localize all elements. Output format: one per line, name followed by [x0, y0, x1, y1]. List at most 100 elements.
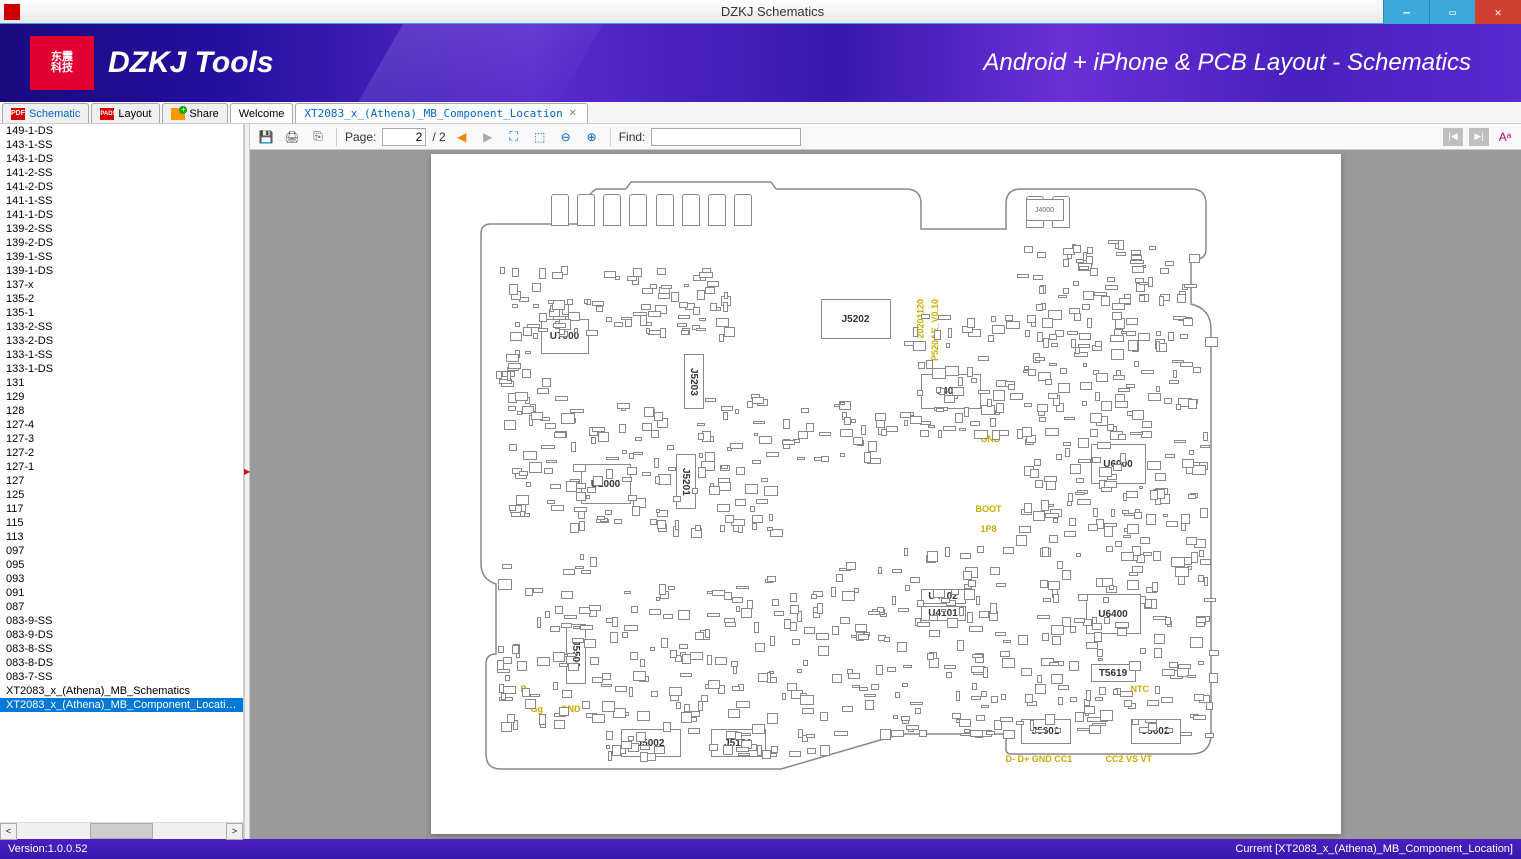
sidebar-item[interactable]: 125 — [0, 488, 243, 502]
sidebar-item[interactable]: 127-3 — [0, 432, 243, 446]
sidebar-item[interactable]: 127-1 — [0, 460, 243, 474]
sidebar-item[interactable]: 141-2-DS — [0, 180, 243, 194]
passive — [698, 467, 706, 478]
passive — [1111, 509, 1116, 517]
fit-page-icon[interactable]: ⛶ — [504, 127, 524, 147]
sidebar-item[interactable]: 141-1-SS — [0, 194, 243, 208]
sidebar-item[interactable]: 135-2 — [0, 292, 243, 306]
sidebar-item[interactable]: 129 — [0, 390, 243, 404]
fit-width-icon[interactable]: ⬚ — [530, 127, 550, 147]
sidebar-item[interactable]: 133-1-SS — [0, 348, 243, 362]
passive — [582, 701, 590, 709]
sidebar-item[interactable]: 139-1-DS — [0, 264, 243, 278]
sidebar-item[interactable]: 128 — [0, 404, 243, 418]
sidebar-item[interactable]: 097 — [0, 544, 243, 558]
sidebar-item[interactable]: 095 — [0, 558, 243, 572]
find-input[interactable] — [651, 128, 801, 146]
zoom-in-icon[interactable]: ⊕ — [582, 127, 602, 147]
next-page-icon[interactable]: ▶ — [478, 127, 498, 147]
sidebar-item[interactable]: 141-1-DS — [0, 208, 243, 222]
passive — [698, 433, 705, 440]
sidebar-item[interactable]: 133-2-SS — [0, 320, 243, 334]
passive — [1138, 333, 1150, 341]
viewport[interactable]: P520AE_V0.10 20201120 U7000U2000J5202J52… — [250, 150, 1521, 839]
sidebar-item[interactable]: 115 — [0, 516, 243, 530]
sidebar-item[interactable]: 131 — [0, 376, 243, 390]
print-icon[interactable]: 🖨 — [282, 127, 302, 147]
sidebar-item[interactable]: XT2083_x_(Athena)_MB_Schematics — [0, 684, 243, 698]
sidebar-item[interactable]: 083-8-DS — [0, 656, 243, 670]
sidebar-list[interactable]: 149-1-DS143-1-SS143-1-DS141-2-SS141-2-DS… — [0, 124, 243, 822]
sidebar-item[interactable]: 083-8-SS — [0, 642, 243, 656]
passive — [527, 324, 540, 327]
passive — [1101, 401, 1112, 412]
sidebar-item[interactable]: 139-1-SS — [0, 250, 243, 264]
sidebar-item[interactable]: XT2083_x_(Athena)_MB_Component_Location — [0, 698, 243, 712]
passive — [1162, 669, 1175, 677]
passive — [858, 634, 869, 640]
sidebar-item[interactable]: 083-9-SS — [0, 614, 243, 628]
page-input[interactable] — [382, 128, 426, 146]
sidebar-item[interactable]: 087 — [0, 600, 243, 614]
passive — [710, 303, 717, 311]
tab-close-icon[interactable]: ✕ — [567, 108, 579, 120]
sidebar-item[interactable]: 083-9-DS — [0, 628, 243, 642]
sidebar-item[interactable]: 133-1-DS — [0, 362, 243, 376]
sidebar-item[interactable]: 127-4 — [0, 418, 243, 432]
splitter[interactable] — [244, 124, 250, 839]
passive — [782, 440, 795, 445]
tab-welcome[interactable]: Welcome — [230, 103, 294, 123]
passive — [832, 626, 840, 635]
nav-fwd-icon[interactable]: ▶| — [1469, 128, 1489, 146]
passive — [673, 496, 680, 503]
minimize-button[interactable]: — — [1383, 0, 1429, 24]
tab-document[interactable]: XT2083_x_(Athena)_MB_Component_Location✕ — [295, 103, 587, 123]
sidebar-item[interactable]: 113 — [0, 530, 243, 544]
sidebar-item[interactable]: 093 — [0, 572, 243, 586]
passive — [707, 281, 719, 288]
passive — [1183, 318, 1194, 326]
sidebar-item[interactable]: 091 — [0, 586, 243, 600]
passive — [1118, 240, 1124, 250]
nav-back-icon[interactable]: |◀ — [1443, 128, 1463, 146]
sidebar-item[interactable]: 139-2-DS — [0, 236, 243, 250]
maximize-button[interactable]: ▭ — [1429, 0, 1475, 24]
sidebar-item[interactable]: 143-1-SS — [0, 138, 243, 152]
text-style-icon[interactable]: Aᵃ — [1495, 127, 1515, 147]
passive — [820, 745, 830, 756]
passive — [1126, 331, 1136, 336]
copy-icon[interactable]: ⎘ — [308, 127, 328, 147]
sidebar-item[interactable]: 149-1-DS — [0, 124, 243, 138]
scroll-left-button[interactable]: < — [0, 823, 17, 840]
passive — [762, 750, 771, 758]
sidebar-hscroll[interactable]: < > — [0, 822, 243, 839]
passive — [701, 695, 707, 702]
zoom-out-icon[interactable]: ⊖ — [556, 127, 576, 147]
sidebar-item[interactable]: 135-1 — [0, 306, 243, 320]
sidebar-item[interactable]: 141-2-SS — [0, 166, 243, 180]
sidebar-item[interactable]: 127 — [0, 474, 243, 488]
passive — [631, 606, 638, 614]
scroll-right-button[interactable]: > — [226, 823, 243, 840]
sidebar-item[interactable]: 137-x — [0, 278, 243, 292]
sidebar-item[interactable]: 127-2 — [0, 446, 243, 460]
passive — [790, 622, 797, 632]
passive — [969, 626, 983, 632]
tab-schematic[interactable]: PDFSchematic — [2, 103, 89, 123]
passive — [819, 432, 831, 436]
tab-layout[interactable]: PADSLayout — [91, 103, 160, 123]
sidebar-item[interactable]: 133-2-DS — [0, 334, 243, 348]
passive — [579, 521, 585, 532]
close-button[interactable]: ✕ — [1475, 0, 1521, 24]
save-icon[interactable]: 💾 — [256, 127, 276, 147]
sidebar-item[interactable]: 139-2-SS — [0, 222, 243, 236]
tab-share[interactable]: Share — [162, 103, 227, 123]
prev-page-icon[interactable]: ◀ — [452, 127, 472, 147]
passive — [767, 527, 773, 531]
passive — [1174, 440, 1187, 443]
sidebar-item[interactable]: 117 — [0, 502, 243, 516]
sidebar-item[interactable]: 083-7-SS — [0, 670, 243, 684]
sidebar-item[interactable]: 143-1-DS — [0, 152, 243, 166]
passive — [1028, 369, 1036, 375]
passive — [667, 445, 674, 450]
